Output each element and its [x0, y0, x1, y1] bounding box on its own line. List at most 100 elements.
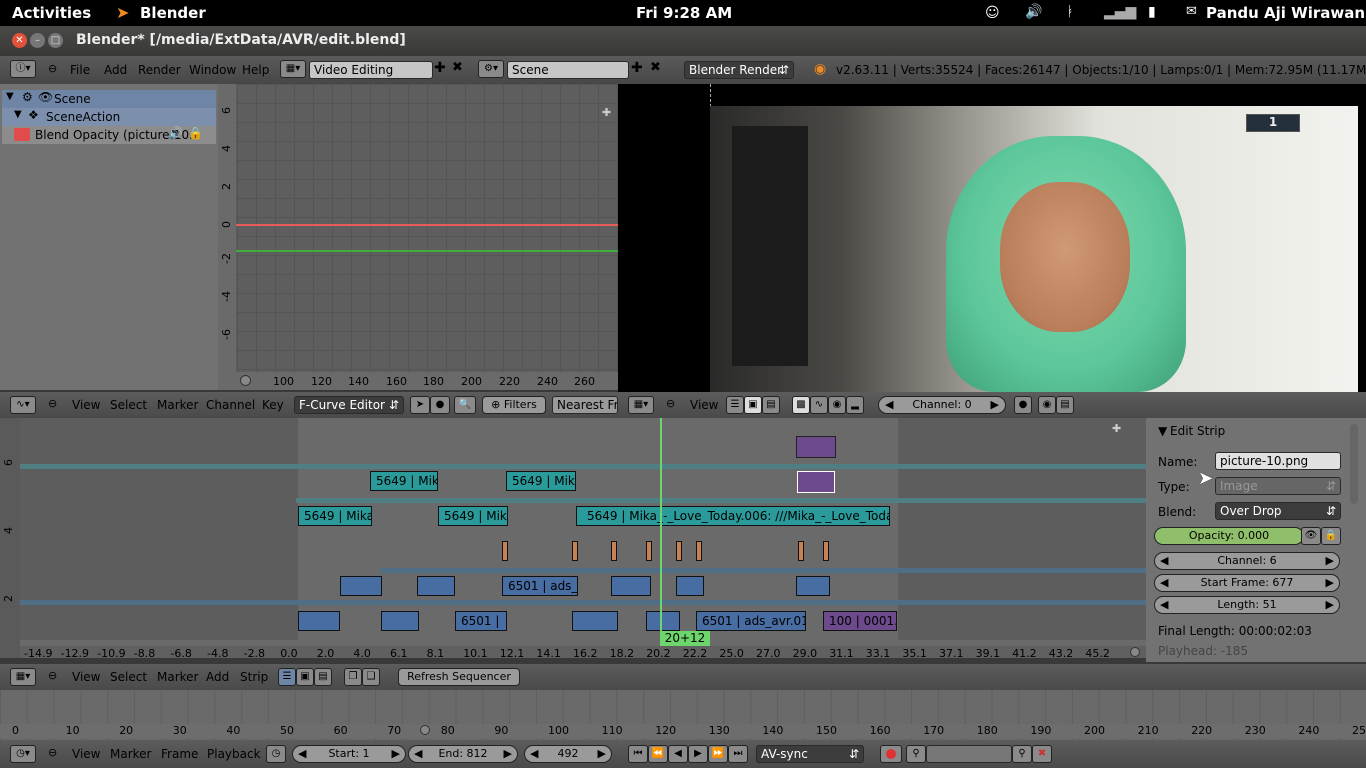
effect-strip[interactable] — [823, 541, 829, 561]
accessibility-icon[interactable]: ☺ — [985, 5, 1000, 21]
play-reverse-icon[interactable]: ◀ — [668, 745, 688, 763]
movie-strip[interactable] — [572, 611, 618, 631]
length-field[interactable]: ◀ Length: 51 ▶ — [1154, 596, 1340, 614]
keying-set-icon[interactable]: ⚲ — [906, 745, 926, 763]
region-plus-icon[interactable]: ✚ — [1112, 422, 1121, 435]
seq-menu-add[interactable]: Add — [206, 670, 229, 684]
remove-screen-icon[interactable]: ✖ — [452, 60, 463, 75]
increment-arrow-icon[interactable]: ▶ — [991, 397, 999, 413]
sequencer-editor-type-icon[interactable]: ▦▾ — [10, 668, 36, 686]
menu-window[interactable]: Window — [189, 63, 236, 77]
collapse-menu-icon[interactable]: ⊖ — [666, 397, 675, 410]
seq-menu-view[interactable]: View — [72, 670, 100, 684]
sequencer-preview[interactable]: 1 — [618, 84, 1366, 392]
decrement-arrow-icon[interactable]: ◀ — [1160, 553, 1168, 569]
add-screen-icon[interactable]: ✚ — [434, 60, 446, 76]
end-frame-input[interactable]: ◀ End: 812 ▶ — [408, 745, 518, 763]
current-frame-input[interactable]: ◀ 492 ▶ — [524, 745, 612, 763]
effect-strip[interactable] — [798, 541, 804, 561]
panel-collapse-icon[interactable]: ▼ — [1158, 424, 1167, 438]
movie-strip[interactable] — [298, 611, 340, 631]
effect-strip[interactable] — [502, 541, 508, 561]
copy-icon[interactable]: ❐ — [344, 668, 362, 686]
sound-strip[interactable]: 5649 | Mik — [370, 471, 438, 491]
volume-icon[interactable]: 🔊 — [1025, 4, 1042, 20]
movie-strip[interactable]: 6501 | ads_avr.015 — [696, 611, 806, 631]
search-icon[interactable]: 🔍 — [454, 396, 476, 414]
channel-blend-opacity[interactable]: Blend Opacity (picture-10. 🔊 🔒 — [2, 126, 216, 144]
movie-strip[interactable] — [796, 576, 830, 596]
type-dropdown[interactable]: Image ⇵ — [1215, 477, 1341, 495]
sync-dropdown[interactable]: AV-sync ⇵ — [756, 745, 864, 763]
view-type-sequencer-icon[interactable]: ☰ — [726, 396, 744, 414]
user-menu[interactable]: Pandu Aji Wirawan — [1206, 4, 1365, 22]
decrement-arrow-icon[interactable]: ◀ — [414, 746, 422, 762]
channel-number-field[interactable]: ◀ Channel: 6 ▶ — [1154, 552, 1340, 570]
decrement-arrow-icon[interactable]: ◀ — [1160, 575, 1168, 591]
increment-arrow-icon[interactable]: ▶ — [1326, 553, 1334, 569]
ghost-icon[interactable]: ● — [430, 396, 450, 414]
decrement-arrow-icon[interactable]: ◀ — [885, 397, 893, 413]
menu-help[interactable]: Help — [242, 63, 269, 77]
timeline-editor-type-icon[interactable]: ◷▾ — [10, 745, 36, 763]
render-animation-icon[interactable]: ▤ — [1056, 396, 1074, 414]
display-vectorscope-icon[interactable]: ◉ — [828, 396, 846, 414]
seq-menu-select[interactable]: Select — [110, 670, 147, 684]
only-selected-icon[interactable]: ➤ — [410, 396, 430, 414]
minimize-window-icon[interactable]: – — [30, 33, 45, 48]
graph-editor[interactable]: ✚ — [218, 84, 618, 390]
increment-arrow-icon[interactable]: ▶ — [1326, 597, 1334, 613]
jump-end-icon[interactable]: ⏭ — [728, 745, 748, 763]
movie-strip[interactable] — [646, 611, 680, 631]
collapse-menu-icon[interactable]: ⊖ — [48, 746, 57, 759]
jump-keyframe-back-icon[interactable]: ⏪ — [648, 745, 668, 763]
seq-menu-strip[interactable]: Strip — [240, 670, 268, 684]
start-frame-input[interactable]: ◀ Start: 1 ▶ — [292, 745, 406, 763]
sound-strip[interactable]: 5649 | Mika_-_Love_Today.006: ///Mika_-_… — [576, 506, 890, 526]
app-menu[interactable]: Blender — [140, 4, 206, 22]
effect-strip[interactable] — [646, 541, 652, 561]
start-frame-field[interactable]: ◀ Start Frame: 677 ▶ — [1154, 574, 1340, 592]
region-plus-icon[interactable]: ✚ — [602, 106, 611, 119]
effect-strip[interactable] — [676, 541, 682, 561]
scene-field[interactable]: Scene — [507, 61, 629, 79]
decrement-arrow-icon[interactable]: ◀ — [530, 746, 538, 762]
sound-strip[interactable]: 5649 | Mika — [298, 506, 372, 526]
decrement-arrow-icon[interactable]: ◀ — [1160, 597, 1168, 613]
expand-triangle-icon[interactable]: ▼ — [6, 91, 14, 102]
effect-strip[interactable] — [611, 541, 617, 561]
collapse-menu-icon[interactable]: ⊖ — [48, 669, 57, 682]
render-engine-dropdown[interactable]: Blender Render ⇵ — [684, 61, 794, 79]
sound-strip[interactable]: 5649 | Mik — [506, 471, 576, 491]
timeline-menu-view[interactable]: View — [72, 747, 100, 761]
channel-sceneaction[interactable]: ▼ ❖ SceneAction — [2, 108, 216, 126]
seq-menu-marker[interactable]: Marker — [157, 670, 198, 684]
blend-dropdown[interactable]: Over Drop ⇵ — [1215, 502, 1341, 520]
render-still-icon[interactable]: ◉ — [1038, 396, 1056, 414]
view-type-both-icon[interactable]: ▤ — [314, 668, 332, 686]
graph-menu-key[interactable]: Key — [262, 398, 284, 412]
opacity-slider[interactable]: Opacity: 0.000 — [1154, 527, 1304, 545]
filters-button[interactable]: ⊕ Filters — [482, 396, 546, 414]
network-icon[interactable]: ▂▄▆ — [1104, 4, 1136, 20]
channel-scene[interactable]: ▼ ⚙ 👁 Scene — [2, 90, 216, 108]
battery-icon[interactable]: ▮ — [1148, 4, 1156, 20]
lock-icon[interactable]: 🔒 — [188, 126, 203, 140]
jump-start-icon[interactable]: ⏮ — [628, 745, 648, 763]
lock-icon[interactable]: 🔒 — [1321, 527, 1341, 545]
movie-strip[interactable] — [611, 576, 651, 596]
selected-image-strip[interactable] — [797, 471, 835, 493]
play-icon[interactable]: ▶ — [688, 745, 708, 763]
name-input[interactable]: picture-10.png — [1215, 452, 1341, 470]
ghost-icon[interactable]: ● — [1014, 396, 1032, 414]
interpolation-field[interactable]: Nearest Frar — [552, 396, 618, 414]
menu-file[interactable]: File — [70, 63, 90, 77]
graph-y-scrollbar[interactable] — [218, 84, 236, 390]
display-waveform-icon[interactable]: ∿ — [810, 396, 828, 414]
image-strip[interactable]: 100 | 0001. — [823, 611, 897, 631]
keying-set-field[interactable] — [926, 745, 1012, 763]
remove-scene-icon[interactable]: ✖ — [650, 60, 661, 75]
collapse-menu-icon[interactable]: ⊖ — [48, 397, 57, 410]
close-window-icon[interactable]: ✕ — [12, 33, 27, 48]
movie-strip[interactable] — [676, 576, 704, 596]
